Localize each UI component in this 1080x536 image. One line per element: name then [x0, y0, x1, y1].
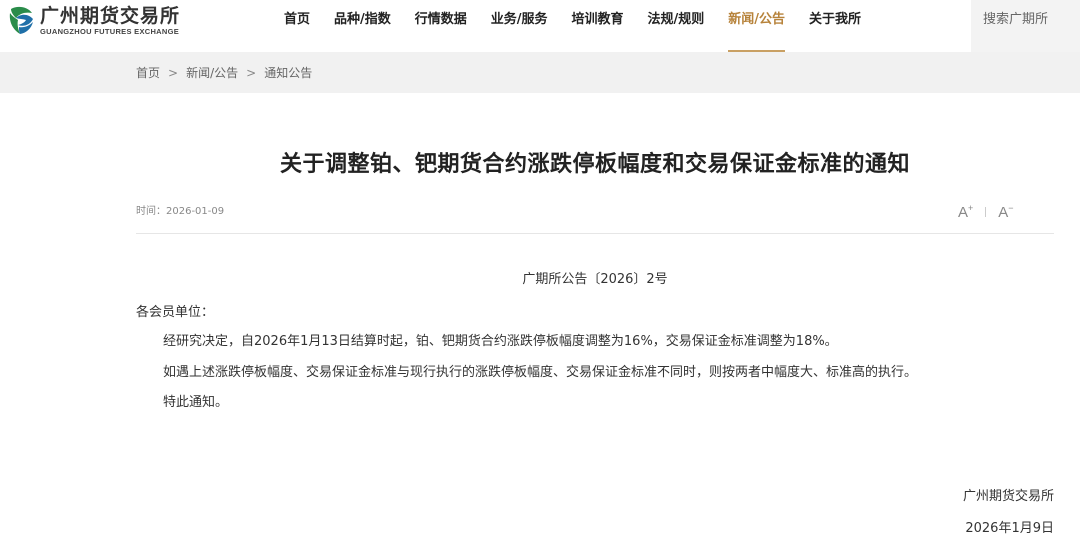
- breadcrumb-bar: 首页 > 新闻/公告 > 通知公告: [0, 52, 1080, 93]
- nav-item-about[interactable]: 关于我所: [797, 0, 873, 52]
- breadcrumb-home[interactable]: 首页: [136, 64, 160, 81]
- font-size-controls: A+ A−: [958, 202, 1014, 222]
- article-title: 关于调整铂、钯期货合约涨跌停板幅度和交易保证金标准的通知: [279, 152, 910, 177]
- nav-item-business-services[interactable]: 业务/服务: [479, 0, 560, 52]
- nav-item-products-index[interactable]: 品种/指数: [322, 0, 403, 52]
- meta-divider: [136, 233, 1054, 234]
- plus-icon: +: [968, 203, 974, 213]
- main-nav: 首页 品种/指数 行情数据 业务/服务 培训教育 法规/规则 新闻/公告 关于我…: [272, 0, 873, 52]
- nav-item-regulations[interactable]: 法规/规则: [636, 0, 717, 52]
- font-increase-button[interactable]: A+: [958, 203, 973, 221]
- notice-number: 广期所公告〔2026〕2号: [522, 272, 668, 287]
- breadcrumb-current[interactable]: 通知公告: [264, 64, 312, 81]
- breadcrumb-separator: >: [168, 65, 179, 80]
- logo-chinese-name: 广州期货交易所: [40, 4, 181, 27]
- logo-english-name: GUANGZHOU FUTURES EXCHANGE: [40, 26, 180, 36]
- paragraph: 如遇上述涨跌停板幅度、交易保证金标准与现行执行的涨跌停板幅度、交易保证金标准不同…: [163, 365, 918, 380]
- logo-text: 广州期货交易所 GUANGZHOU FUTURES EXCHANGE: [40, 5, 180, 36]
- nav-item-home[interactable]: 首页: [272, 0, 322, 52]
- breadcrumb-news[interactable]: 新闻/公告: [186, 64, 238, 81]
- nav-item-training[interactable]: 培训教育: [560, 0, 636, 52]
- gfex-logo-icon: [9, 6, 33, 34]
- paragraph: 经研究决定，自2026年1月13日结算时起，铂、钯期货合约涨跌停板幅度调整为16…: [163, 334, 838, 349]
- site-header: 广州期货交易所 GUANGZHOU FUTURES EXCHANGE 首页 品种…: [0, 0, 1080, 52]
- font-decrease-label: A: [998, 204, 1009, 221]
- salutation: 各会员单位：: [136, 305, 215, 320]
- breadcrumb: 首页 > 新闻/公告 > 通知公告: [136, 52, 312, 93]
- nav-item-market-data[interactable]: 行情数据: [403, 0, 479, 52]
- signature-organization: 广州期货交易所: [962, 489, 1054, 504]
- divider: [985, 207, 987, 217]
- nav-item-news-notices[interactable]: 新闻/公告: [716, 0, 797, 52]
- search-button[interactable]: 搜索广期所: [971, 0, 1080, 52]
- signature-date: 2026年1月9日: [965, 521, 1054, 536]
- site-logo[interactable]: 广州期货交易所 GUANGZHOU FUTURES EXCHANGE: [6, 2, 180, 38]
- publish-time: 时间：2026-01-09: [136, 206, 225, 217]
- font-increase-label: A: [958, 204, 969, 221]
- font-decrease-button[interactable]: A−: [998, 203, 1013, 221]
- minus-icon: −: [1008, 203, 1014, 213]
- breadcrumb-separator: >: [246, 65, 257, 80]
- paragraph: 特此通知。: [163, 395, 229, 410]
